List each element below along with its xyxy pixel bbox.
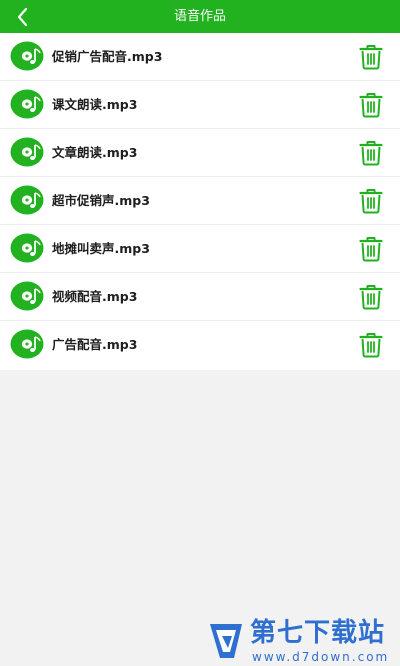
- file-name: 超市促销声.mp3: [52, 193, 150, 208]
- music-disc-icon: [10, 281, 44, 311]
- list-item[interactable]: 视频配音.mp3: [0, 273, 400, 321]
- music-disc-icon: [10, 89, 44, 119]
- watermark-url: www.d7down.com: [252, 650, 390, 664]
- watermark-title: 第七下载站: [250, 618, 386, 648]
- app-header: 语音作品: [0, 0, 400, 33]
- trash-icon[interactable]: [359, 284, 383, 310]
- trash-icon[interactable]: [359, 236, 383, 262]
- file-name: 视频配音.mp3: [52, 289, 138, 304]
- watermark: 第七下载站 www.d7down.com: [202, 614, 398, 666]
- file-name: 文章朗读.mp3: [52, 145, 138, 160]
- music-disc-icon: [10, 185, 44, 215]
- list-item[interactable]: 课文朗读.mp3: [0, 81, 400, 129]
- list-item[interactable]: 广告配音.mp3: [0, 321, 400, 370]
- trash-icon[interactable]: [359, 332, 383, 358]
- watermark-logo-icon: [210, 624, 242, 658]
- page-title: 语音作品: [173, 9, 226, 24]
- list-item[interactable]: 文章朗读.mp3: [0, 129, 400, 177]
- trash-icon[interactable]: [359, 92, 383, 118]
- trash-icon[interactable]: [359, 44, 383, 70]
- audio-works-list: 促销广告配音.mp3 课文朗读.mp3 文章朗读.mp3 超市促销声.mp3 地摊叫卖声…: [0, 33, 400, 370]
- file-name: 广告配音.mp3: [52, 337, 138, 352]
- file-name: 促销广告配音.mp3: [52, 49, 163, 64]
- music-disc-icon: [10, 137, 44, 167]
- trash-icon[interactable]: [359, 140, 383, 166]
- music-disc-icon: [10, 41, 44, 71]
- list-item[interactable]: 促销广告配音.mp3: [0, 33, 400, 81]
- music-disc-icon: [10, 233, 44, 263]
- music-disc-icon: [10, 329, 44, 359]
- file-name: 课文朗读.mp3: [52, 97, 138, 112]
- list-item[interactable]: 超市促销声.mp3: [0, 177, 400, 225]
- trash-icon[interactable]: [359, 188, 383, 214]
- file-name: 地摊叫卖声.mp3: [52, 241, 150, 256]
- list-item[interactable]: 地摊叫卖声.mp3: [0, 225, 400, 273]
